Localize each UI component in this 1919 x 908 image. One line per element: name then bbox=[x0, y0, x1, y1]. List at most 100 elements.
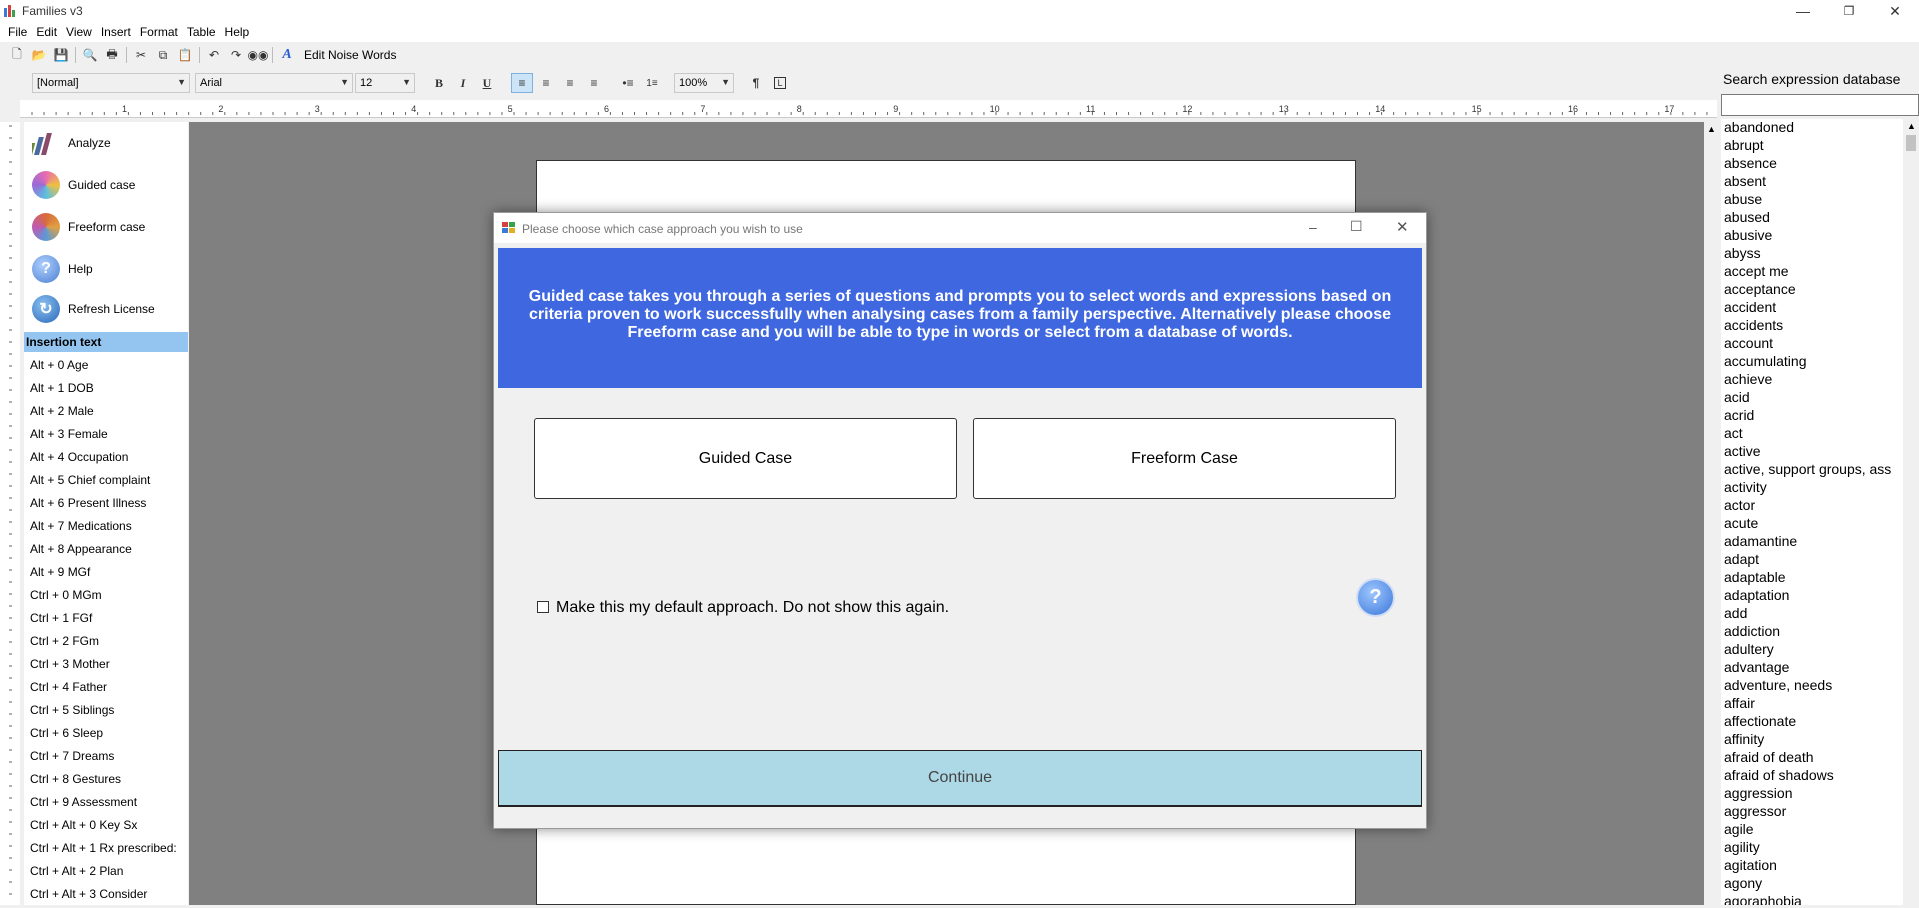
justify-button[interactable]: ≡ bbox=[583, 73, 605, 93]
zoom-select[interactable]: 100% ▼ bbox=[674, 73, 734, 93]
horizontal-ruler[interactable]: 1 2 3 4 5 6 7 8 9 10 11 12 13 14 15 16 17 bbox=[20, 100, 1717, 118]
new-document-button[interactable]: 🗋 bbox=[6, 45, 28, 65]
expression-list-scrollbar[interactable]: ▲ bbox=[1903, 119, 1919, 905]
menu-file[interactable]: File bbox=[6, 25, 34, 39]
expression-list-item[interactable]: abrupt bbox=[1724, 137, 1764, 153]
freeform-case-button[interactable]: Freeform case bbox=[24, 208, 188, 246]
expression-list-item[interactable]: add bbox=[1724, 605, 1747, 621]
expression-list-item[interactable]: acrid bbox=[1724, 407, 1754, 423]
insertion-text-item[interactable]: Ctrl + 8 Gestures bbox=[30, 772, 121, 786]
expression-list-item[interactable]: abused bbox=[1724, 209, 1770, 225]
insertion-text-item[interactable]: Ctrl + 7 Dreams bbox=[30, 749, 114, 763]
open-button[interactable]: 📂 bbox=[28, 45, 50, 65]
menu-view[interactable]: View bbox=[64, 25, 99, 39]
expression-list-item[interactable]: adamantine bbox=[1724, 533, 1797, 549]
refresh-license-button[interactable]: ↻ Refresh License bbox=[24, 290, 188, 328]
close-button[interactable]: ✕ bbox=[1872, 0, 1918, 22]
insertion-text-item[interactable]: Alt + 4 Occupation bbox=[30, 450, 128, 464]
underline-button[interactable]: U bbox=[476, 73, 498, 93]
expression-list-item[interactable]: accept me bbox=[1724, 263, 1789, 279]
expression-list-item[interactable]: achieve bbox=[1724, 371, 1772, 387]
numbered-list-button[interactable]: 1≡ bbox=[641, 73, 663, 93]
font-select[interactable]: Arial ▼ bbox=[195, 73, 353, 93]
insertion-text-item[interactable]: Alt + 6 Present Illness bbox=[30, 496, 146, 510]
expression-list-item[interactable]: affinity bbox=[1724, 731, 1764, 747]
insertion-text-item[interactable]: Ctrl + 0 MGm bbox=[30, 588, 102, 602]
font-size-select[interactable]: 12 ▼ bbox=[355, 73, 415, 93]
vertical-ruler[interactable] bbox=[0, 122, 20, 905]
scroll-up-icon[interactable]: ▲ bbox=[1707, 124, 1716, 134]
insertion-text-item[interactable]: Ctrl + Alt + 2 Plan bbox=[30, 864, 123, 878]
default-approach-label[interactable]: Make this my default approach. Do not sh… bbox=[556, 599, 949, 617]
find-button[interactable]: ◉◉ bbox=[247, 45, 269, 65]
expression-list-item[interactable]: aggression bbox=[1724, 785, 1793, 801]
expression-list-item[interactable]: adapt bbox=[1724, 551, 1759, 567]
insertion-text-item[interactable]: Alt + 8 Appearance bbox=[30, 542, 132, 556]
expression-results-list[interactable]: abandoned abrupt absence absent abuse abused a… bbox=[1721, 119, 1919, 905]
edit-noise-words-button[interactable]: Edit Noise Words bbox=[304, 48, 396, 62]
undo-button[interactable]: ↶ bbox=[203, 45, 225, 65]
insertion-text-item[interactable]: Ctrl + 3 Mother bbox=[30, 657, 110, 671]
insertion-text-item[interactable]: Ctrl + 6 Sleep bbox=[30, 726, 103, 740]
expression-list-item[interactable]: accidents bbox=[1724, 317, 1783, 333]
document-scrollbar[interactable]: ▲ bbox=[1704, 122, 1719, 905]
redo-button[interactable]: ↷ bbox=[225, 45, 247, 65]
menu-format[interactable]: Format bbox=[138, 25, 185, 39]
menu-help[interactable]: Help bbox=[223, 25, 257, 39]
expression-list-item[interactable]: abyss bbox=[1724, 245, 1761, 261]
insertion-text-item[interactable]: Ctrl + 9 Assessment bbox=[30, 795, 137, 809]
save-button[interactable]: 💾 bbox=[50, 45, 72, 65]
insertion-text-item[interactable]: Alt + 1 DOB bbox=[30, 381, 94, 395]
expression-list-item[interactable]: affair bbox=[1724, 695, 1755, 711]
dialog-minimize-icon[interactable]: – bbox=[1309, 219, 1317, 235]
expression-list-item[interactable]: abuse bbox=[1724, 191, 1762, 207]
scroll-up-icon[interactable]: ▲ bbox=[1907, 121, 1916, 131]
insertion-text-item[interactable]: Alt + 7 Medications bbox=[30, 519, 132, 533]
help-button[interactable]: ? Help bbox=[24, 250, 188, 288]
insertion-text-item[interactable]: Alt + 2 Male bbox=[30, 404, 94, 418]
expression-list-item[interactable]: adaptable bbox=[1724, 569, 1786, 585]
expression-list-item[interactable]: agility bbox=[1724, 839, 1760, 855]
insertion-text-item[interactable]: Alt + 3 Female bbox=[30, 427, 108, 441]
dialog-help-button[interactable]: ? bbox=[1356, 578, 1395, 617]
expression-list-item[interactable]: accident bbox=[1724, 299, 1776, 315]
expression-list-item[interactable]: afraid of shadows bbox=[1724, 767, 1834, 783]
expression-list-item[interactable]: accumulating bbox=[1724, 353, 1807, 369]
guided-case-choice-button[interactable]: Guided Case bbox=[534, 418, 957, 499]
expression-search-input[interactable] bbox=[1721, 94, 1919, 116]
insertion-text-item[interactable]: Ctrl + 4 Father bbox=[30, 680, 107, 694]
print-preview-button[interactable]: 🔍 bbox=[79, 45, 101, 65]
expression-list-item[interactable]: adultery bbox=[1724, 641, 1774, 657]
guided-case-button[interactable]: Guided case bbox=[24, 166, 188, 204]
expression-list-item[interactable]: affectionate bbox=[1724, 713, 1796, 729]
expression-list-item[interactable]: agony bbox=[1724, 875, 1762, 891]
expression-list-item[interactable]: active bbox=[1724, 443, 1761, 459]
menu-table[interactable]: Table bbox=[185, 25, 223, 39]
expression-list-item[interactable]: acute bbox=[1724, 515, 1758, 531]
scrollbar-thumb[interactable] bbox=[1906, 135, 1916, 151]
dialog-close-icon[interactable]: ✕ bbox=[1396, 218, 1409, 236]
expression-list-item[interactable]: active, support groups, ass bbox=[1724, 461, 1891, 477]
insertion-text-item[interactable]: Ctrl + 2 FGm bbox=[30, 634, 99, 648]
expression-list-item[interactable]: activity bbox=[1724, 479, 1767, 495]
menu-edit[interactable]: Edit bbox=[34, 25, 64, 39]
show-formatting-button[interactable]: ¶ bbox=[745, 73, 767, 93]
insertion-text-item[interactable]: Ctrl + Alt + 3 Consider bbox=[30, 887, 147, 901]
expression-list-item[interactable]: aggressor bbox=[1724, 803, 1786, 819]
expression-list-item[interactable]: agile bbox=[1724, 821, 1754, 837]
paste-button[interactable]: 📋 bbox=[174, 45, 196, 65]
menu-insert[interactable]: Insert bbox=[99, 25, 138, 39]
edit-noise-words-icon-button[interactable]: A bbox=[276, 45, 298, 65]
expression-list-item[interactable]: afraid of death bbox=[1724, 749, 1814, 765]
insertion-text-item[interactable]: Ctrl + 1 FGf bbox=[30, 611, 92, 625]
restore-button[interactable]: ❐ bbox=[1826, 0, 1872, 22]
insertion-text-item[interactable]: Alt + 5 Chief complaint bbox=[30, 473, 150, 487]
bullet-list-button[interactable]: •≡ bbox=[617, 73, 639, 93]
minimize-button[interactable]: — bbox=[1780, 0, 1826, 22]
expression-list-item[interactable]: act bbox=[1724, 425, 1743, 441]
default-approach-checkbox[interactable] bbox=[537, 601, 549, 613]
cut-button[interactable]: ✂ bbox=[130, 45, 152, 65]
dialog-maximize-icon[interactable]: ☐ bbox=[1350, 218, 1363, 235]
bold-button[interactable]: B bbox=[428, 73, 450, 93]
expression-list-item[interactable]: abusive bbox=[1724, 227, 1772, 243]
